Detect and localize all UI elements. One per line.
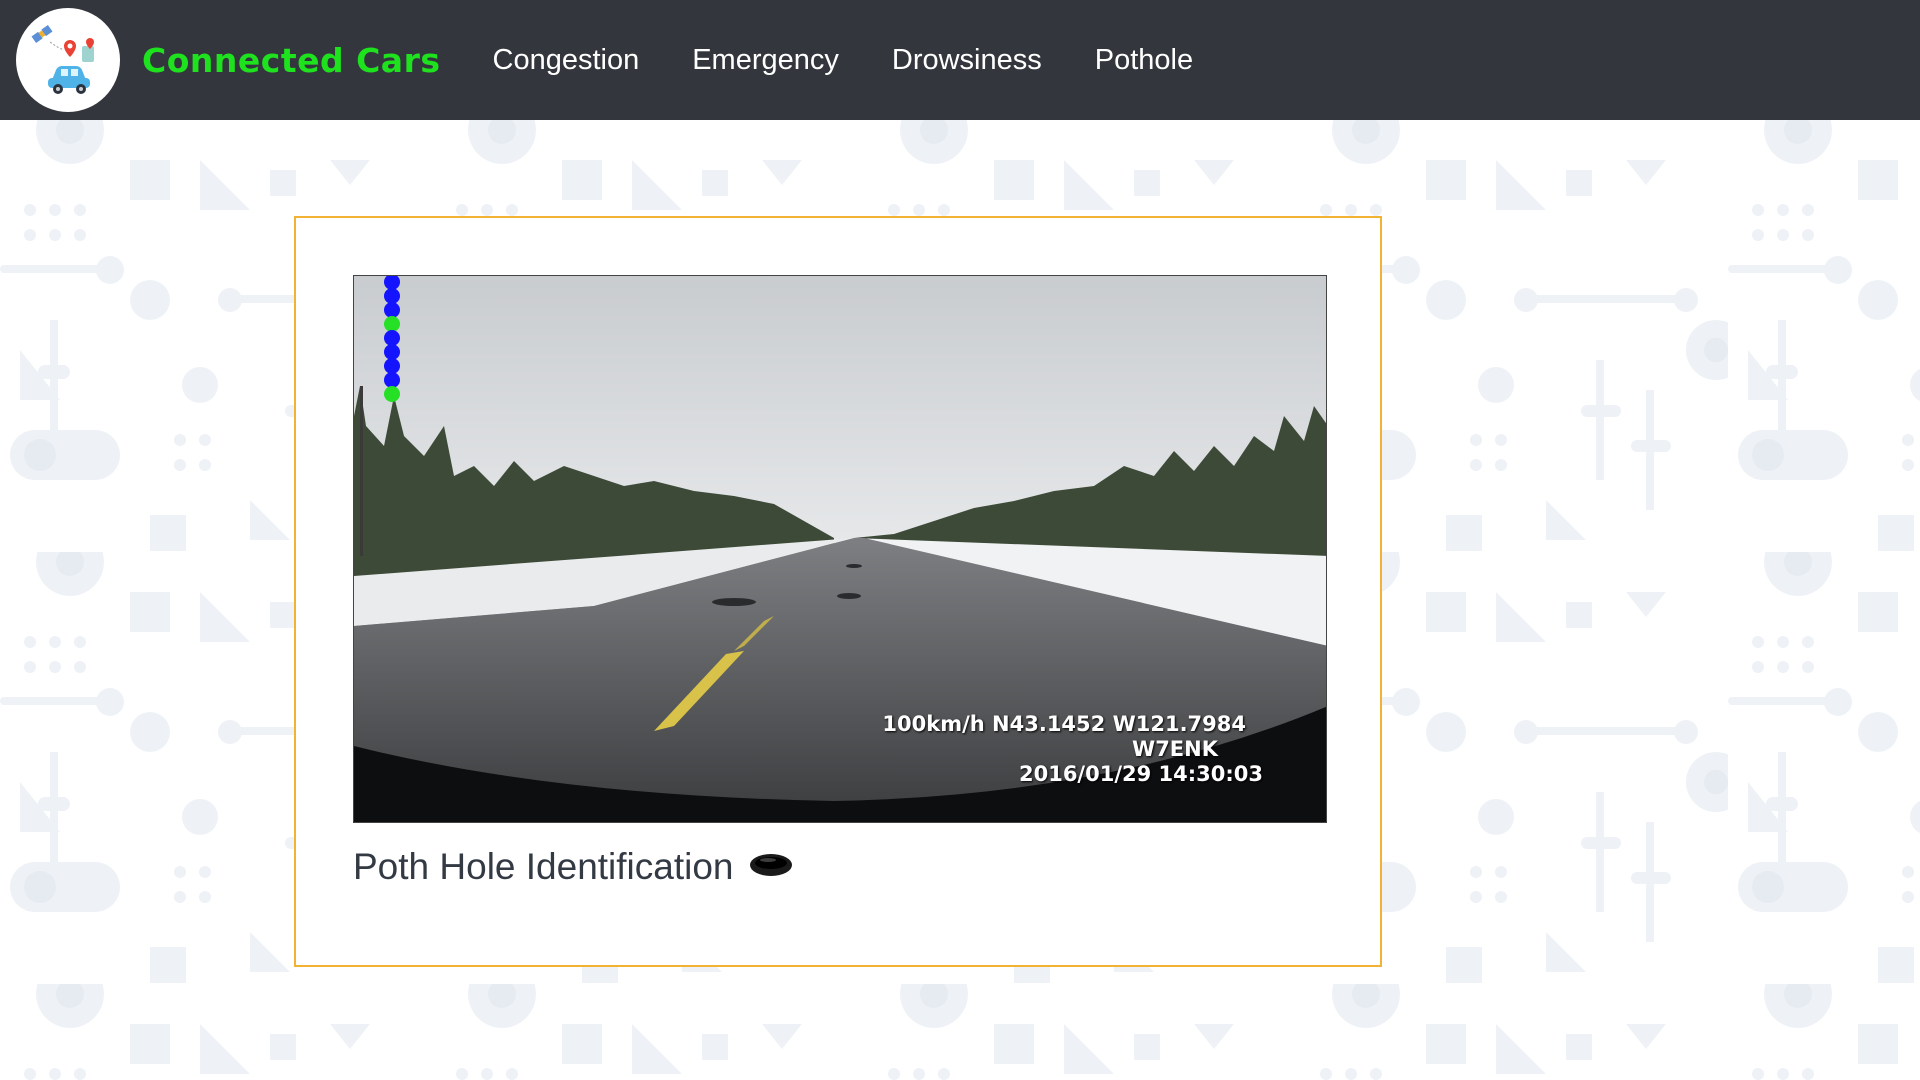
- nav-link-pothole[interactable]: Pothole: [1095, 44, 1193, 77]
- card-caption: Poth Hole Identification: [353, 846, 794, 888]
- dashcam-video[interactable]: 100km/h N43.1452 W121.7984 W7ENK 2016/01…: [353, 275, 1327, 823]
- nav-link-congestion[interactable]: Congestion: [493, 44, 640, 77]
- nav-link-drowsiness[interactable]: Drowsiness: [892, 44, 1042, 77]
- top-navbar: Connected Cars Congestion Emergency Drow…: [0, 0, 1920, 120]
- brand-title[interactable]: Connected Cars: [142, 41, 441, 80]
- video-overlay-speed-gps: 100km/h N43.1452 W121.7984: [882, 712, 1246, 736]
- app-logo[interactable]: [16, 8, 120, 112]
- video-overlay-callsign: W7ENK: [1132, 737, 1218, 761]
- caption-text: Poth Hole Identification: [353, 846, 734, 887]
- video-overlay-timestamp: 2016/01/29 14:30:03: [1018, 762, 1263, 786]
- pothole-icon: [748, 850, 794, 885]
- nav-link-emergency[interactable]: Emergency: [692, 44, 839, 77]
- nav-links: Congestion Emergency Drowsiness Pothole: [493, 44, 1247, 77]
- connected-car-logo-icon: [31, 24, 94, 94]
- pothole-card: 100km/h N43.1452 W121.7984 W7ENK 2016/01…: [294, 216, 1382, 967]
